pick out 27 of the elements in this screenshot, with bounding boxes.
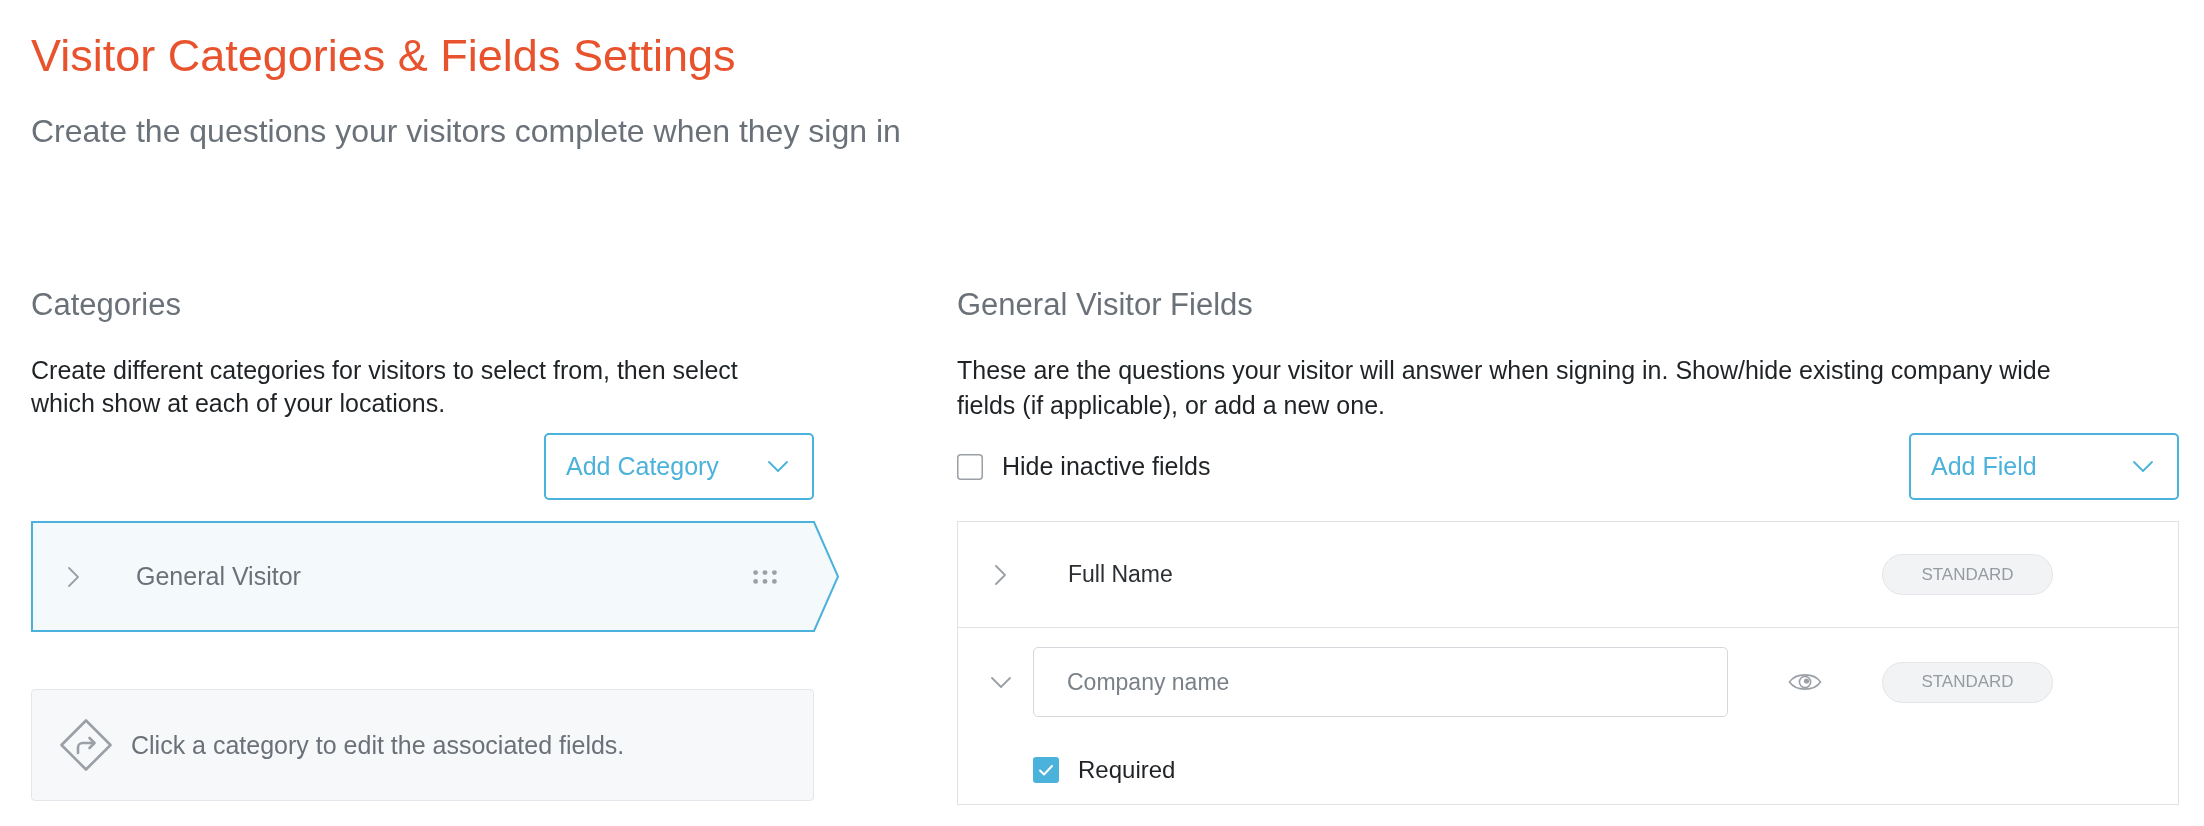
add-category-button[interactable]: Add Category [544,433,814,500]
page-subtitle: Create the questions your visitors complete when they sign in [31,112,902,150]
diamond-arrow-icon [59,718,113,772]
caret-icon [2133,461,2153,472]
field-name: Full Name [1068,561,1173,588]
checkbox-label: Hide inactive fields [1002,452,1211,481]
chevron-right-icon[interactable] [995,564,1006,585]
eye-icon[interactable] [1788,671,1822,693]
category-row[interactable]: General Visitor [31,521,839,632]
page-title: Visitor Categories & Fields Settings [31,30,737,82]
section-heading: General Visitor Fields [957,286,1254,324]
category-name: General Visitor [136,562,301,591]
field-type-badge: STANDARD [1882,554,2053,595]
hint-text: Click a category to edit the associated fields. [131,730,625,760]
section-description: Create different categories for visitors to select from, then select which show at each of your locations. [31,355,739,419]
section-description: These are the questions your visitor will answer when signing in. Show/hide existing company wide fields (if applicable), or add a new one. [957,355,2052,421]
checkbox[interactable] [957,453,983,480]
checkbox[interactable] [1033,757,1059,783]
field-label-input[interactable]: Company name [1033,647,1728,717]
checkbox-label: Required [1078,756,1176,784]
chevron-down-icon[interactable] [991,676,1011,688]
drag-handle-icon[interactable] [753,569,777,584]
field-type-badge: STANDARD [1882,661,2053,703]
add-field-button[interactable]: Add Field [1909,433,2179,500]
section-heading: Categories [31,286,182,324]
chevron-right-icon[interactable] [68,566,79,587]
caret-icon [768,461,788,472]
